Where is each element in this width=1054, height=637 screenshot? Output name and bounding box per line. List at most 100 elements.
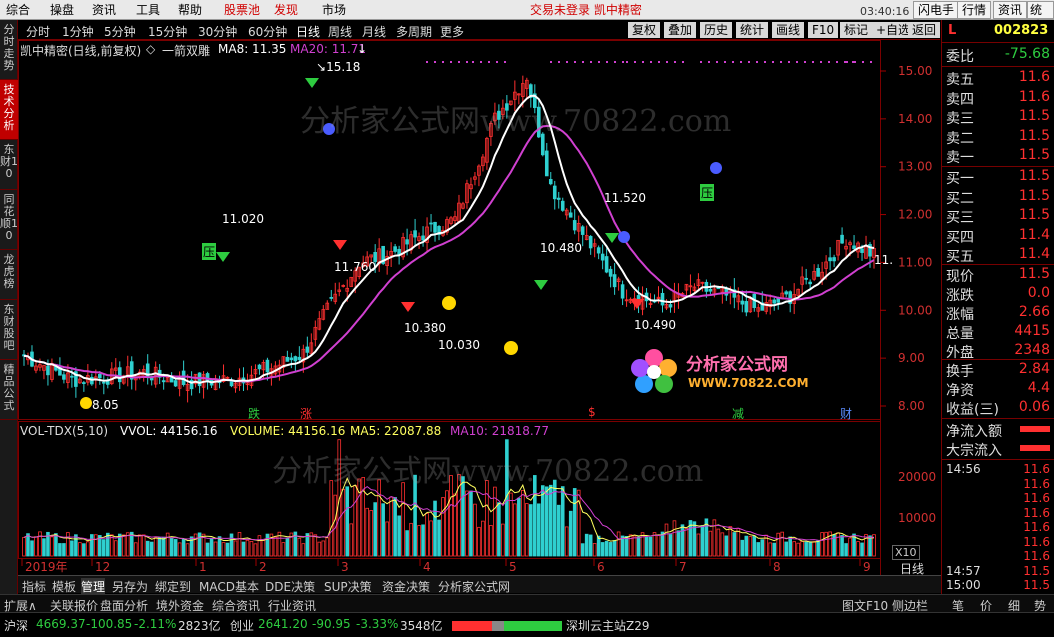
- quote-row-label: 收益(三): [946, 402, 999, 418]
- volume-bar: [756, 542, 761, 557]
- tool-dde[interactable]: DDE决策: [265, 578, 315, 595]
- vol-ma10-value: MA10: 21818.77: [450, 424, 549, 438]
- volume-bar: [600, 542, 605, 557]
- flower-logo-icon: [631, 349, 677, 393]
- candle-body: [828, 257, 832, 262]
- volume-bar: [62, 543, 66, 557]
- date-axis-label: 3: [341, 560, 349, 574]
- candle-body: [117, 367, 122, 383]
- volume-bar: [329, 480, 334, 557]
- signal-dot: [426, 61, 428, 63]
- volume-bar: [804, 541, 808, 557]
- tool-analyst[interactable]: 分析家公式网: [438, 578, 510, 595]
- volume-bar: [533, 475, 537, 557]
- price-annotation: 11.760: [334, 260, 376, 274]
- date-axis-label: 1: [199, 560, 207, 574]
- quote-row: 卖二 11.5: [946, 127, 1054, 147]
- volume-bar: [684, 527, 689, 557]
- tool-sup[interactable]: SUP决策: [324, 578, 372, 595]
- quote-row-label: 净资: [946, 383, 974, 399]
- signal-dot: [650, 61, 652, 63]
- quote-row-value: 11.6: [1018, 88, 1050, 105]
- volume-bar: [636, 536, 641, 557]
- volume-bar: [197, 532, 202, 557]
- volume-bar: [453, 493, 457, 557]
- volume-bar: [177, 542, 182, 557]
- signal-dot: [836, 61, 838, 63]
- signal-dot: [614, 61, 616, 63]
- quote-row-value: 11.5: [1018, 127, 1050, 144]
- volume-bar: [66, 532, 70, 557]
- volume-bar: [644, 536, 649, 557]
- volume-bar: [485, 480, 489, 557]
- candle-body: [305, 346, 310, 353]
- quote-row-value: 11.4: [1018, 226, 1050, 243]
- signal-dot: [854, 61, 856, 63]
- tool-bind[interactable]: 绑定到: [155, 578, 191, 595]
- quote-row-value: 11.5: [1018, 147, 1050, 163]
- quote-row-value: 0.06: [1018, 399, 1050, 415]
- candle-body: [62, 374, 66, 380]
- net-inflow-bar: [1020, 426, 1050, 432]
- volume-bar: [373, 502, 377, 557]
- quote-row-value: 11.5: [1018, 187, 1050, 204]
- tick-price: 11.5: [1023, 563, 1050, 578]
- candle-body: [744, 301, 749, 313]
- signal-dot: [622, 61, 624, 63]
- volume-bar: [401, 482, 405, 557]
- signal-dot: [772, 61, 774, 63]
- vol-ma10-line: [23, 485, 875, 541]
- date-axis-label: 4: [423, 560, 431, 574]
- index1-amount: 2823亿: [178, 619, 221, 633]
- volume-bar: [768, 542, 773, 557]
- tool-indicator[interactable]: 指标: [22, 578, 46, 595]
- volume-bar: [640, 532, 645, 557]
- quote-row: 卖五 11.6: [946, 69, 1054, 88]
- signal-dot: [626, 61, 628, 63]
- volume-bar: [696, 533, 701, 557]
- signal-dot: [442, 61, 444, 63]
- volume-bar: [544, 486, 549, 557]
- quote-row-value: 11.6: [1018, 69, 1050, 85]
- candle-body: [161, 380, 166, 383]
- tool-template[interactable]: 模板: [52, 578, 76, 595]
- volume-bar: [397, 515, 401, 557]
- weibi-value: -75.68: [1004, 46, 1050, 62]
- kline-chart[interactable]: 15.00 14.00 13.00 12.00 11.00 10.00 9.00 8.00 2…: [0, 0, 1054, 637]
- volume-bar: [740, 539, 745, 557]
- volume-bar: [812, 541, 816, 557]
- tool-save-as[interactable]: 另存为: [112, 578, 148, 595]
- price-axis-label: 12.00: [898, 208, 932, 222]
- tool-manage[interactable]: 管理: [81, 578, 106, 595]
- date-axis-label: 2019年: [25, 560, 68, 574]
- volume-bar: [377, 479, 381, 557]
- index2-name[interactable]: 创业: [230, 617, 254, 634]
- candle-body: [70, 375, 74, 378]
- finance-marker: 财: [840, 407, 853, 421]
- candle-body: [421, 235, 425, 241]
- date-axis-label: 9: [863, 560, 871, 574]
- volume-bar: [568, 510, 573, 557]
- signal-dot: [700, 61, 702, 63]
- volume-bar: [22, 536, 26, 557]
- candle-body: [329, 297, 334, 299]
- volume-bar: [141, 534, 146, 557]
- tick-price: 11.6: [1023, 534, 1050, 549]
- signal-dot: [434, 61, 436, 63]
- stock-badge: L: [948, 23, 957, 38]
- date-axis-label: 8: [773, 560, 781, 574]
- volume-bar: [417, 525, 421, 557]
- date-axis-label: 5: [509, 560, 517, 574]
- server-name[interactable]: 深圳云主站Z29: [566, 617, 650, 634]
- candle-body: [548, 179, 553, 185]
- tool-macd[interactable]: MACD基本: [199, 578, 259, 595]
- index1-name[interactable]: 沪深: [4, 617, 28, 634]
- date-axis: 2019年 12 1 2 3 4 5 6 7 8 9: [21, 559, 871, 574]
- volume-indicator-name[interactable]: VOL-TDX(5,10): [20, 424, 108, 438]
- volume-bar: [501, 523, 505, 557]
- signal-dot: [590, 61, 592, 63]
- volume-bar: [233, 540, 238, 557]
- tool-fund[interactable]: 资金决策: [382, 578, 430, 595]
- signal-dot: [764, 61, 766, 63]
- volume-bar: [465, 490, 469, 557]
